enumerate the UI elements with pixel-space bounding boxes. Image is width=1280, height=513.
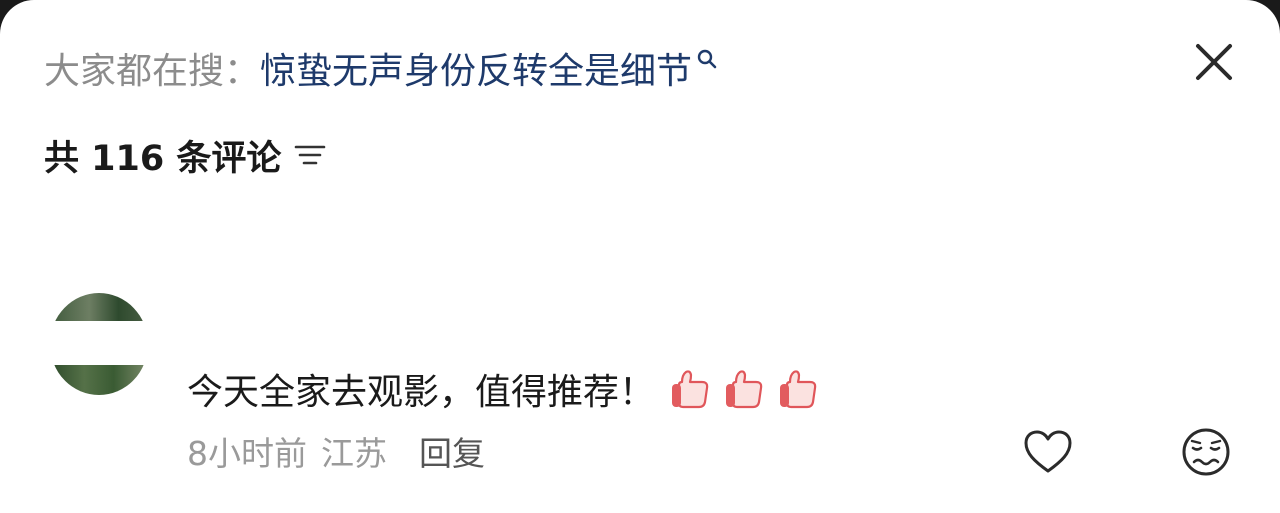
user-avatar[interactable] [50,293,148,395]
thumbs-up-emoji [672,370,709,409]
trending-search-prefix: 大家都在搜： [44,51,261,92]
comments-count-header: 共 116 条评论 [44,130,327,180]
comment-location: 江苏 [321,434,387,473]
comment-emojis [669,367,823,411]
avatar-image-middle [50,321,148,365]
comments-count: 共 116 条评论 [44,138,282,179]
avatar-image-top [50,293,148,321]
close-icon[interactable] [1190,38,1238,86]
comment-body: 今天全家去观影，值得推荐！ [187,362,823,416]
sort-icon[interactable] [293,138,327,172]
dislike-face-icon[interactable] [1180,426,1232,478]
avatar-image-bottom [50,365,148,395]
thumbs-up-emoji [726,370,763,409]
trending-search-link[interactable]: 惊蛰无声身份反转全是细节 [260,42,718,94]
thumbs-up-emoji [780,370,817,409]
comment-sheet: 大家都在搜： 惊蛰无声身份反转全是细节 共 116 条评论 今天全家去观影，值得… [0,0,1280,513]
search-icon [697,49,717,69]
reply-button[interactable]: 回复 [419,427,485,475]
trending-search: 大家都在搜： 惊蛰无声身份反转全是细节 [44,42,718,94]
comment-time: 8小时前 [187,434,307,473]
comment-meta: 8小时前 江苏 回复 [187,426,485,476]
heart-icon[interactable] [1022,428,1074,476]
trending-search-query: 惊蛰无声身份反转全是细节 [260,51,693,92]
comment-text: 今天全家去观影，值得推荐！ [187,372,656,413]
